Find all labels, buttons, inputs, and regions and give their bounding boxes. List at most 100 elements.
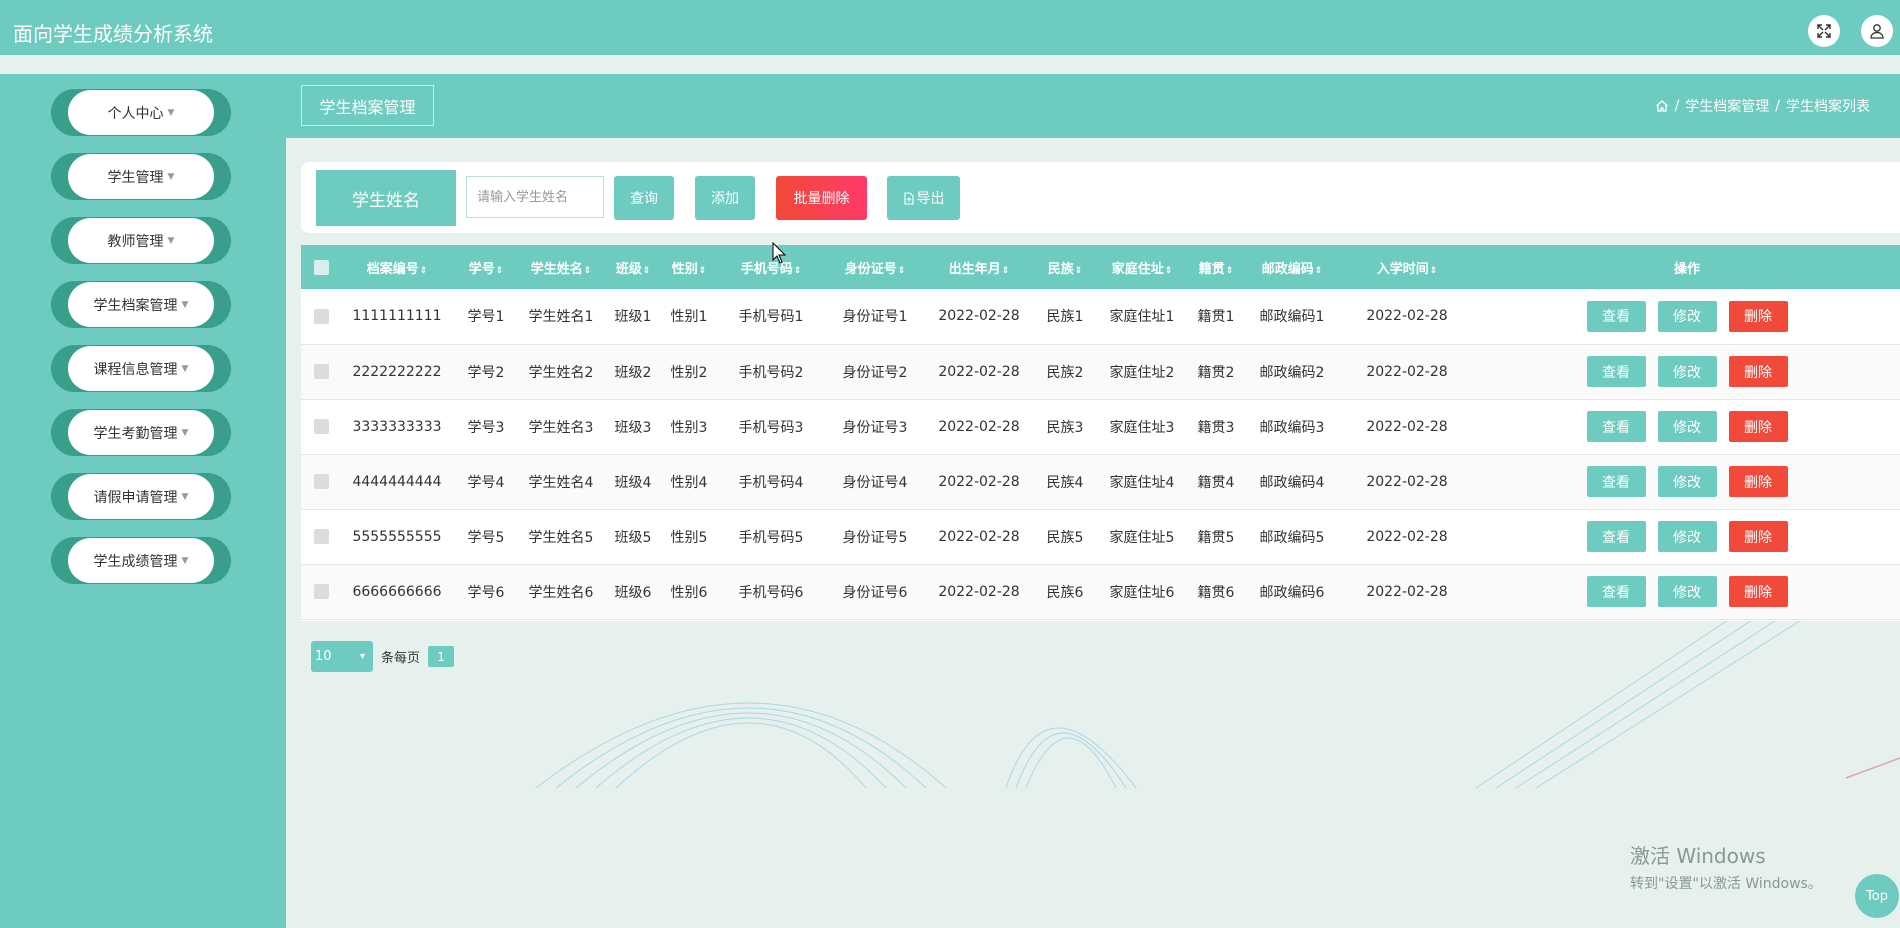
page-tab[interactable]: 学生档案管理 (301, 85, 434, 126)
view-button[interactable]: 查看 (1586, 300, 1646, 332)
delete-button[interactable]: 删除 (1728, 521, 1788, 552)
sidebar-item-label: 教师管理 (107, 233, 164, 250)
select-all-checkbox[interactable] (313, 259, 329, 275)
table-header-row: 档案编号⇕ 学号⇕ 学生姓名⇕ 班级⇕ 性别⇕ 手机号码⇕ 身份证号⇕ 出生年月… (301, 245, 1900, 289)
view-button[interactable]: 查看 (1586, 521, 1646, 552)
table-cell: 手机号码3 (738, 419, 804, 436)
view-button[interactable]: 查看 (1586, 466, 1646, 497)
breadcrumb-level1[interactable]: 学生档案管理 (1685, 96, 1769, 116)
edit-button[interactable]: 修改 (1657, 576, 1717, 607)
user-button[interactable] (1861, 15, 1893, 47)
sidebar-item-student-archive[interactable]: 学生档案管理 ▼ (51, 281, 231, 328)
breadcrumb-level2: 学生档案列表 (1786, 99, 1870, 115)
table-cell: 学生姓名2 (528, 364, 594, 381)
table-cell: 学号3 (467, 419, 505, 436)
table-cell: 家庭住址3 (1109, 419, 1175, 436)
student-name-search-input[interactable] (466, 176, 604, 218)
sort-icon: ⇕ (583, 265, 592, 276)
fullscreen-button[interactable] (1808, 15, 1840, 47)
page-size-select[interactable]: 10 ▾ (311, 641, 373, 672)
home-icon[interactable] (1655, 99, 1669, 113)
table-cell: 学号5 (467, 529, 505, 546)
row-checkbox[interactable] (313, 529, 329, 544)
column-header[interactable]: 邮政编码⇕ (1243, 245, 1341, 289)
column-header[interactable]: 档案编号⇕ (341, 245, 453, 289)
column-header[interactable]: 籍贯⇕ (1189, 245, 1243, 289)
sidebar-item-course-info[interactable]: 课程信息管理 ▼ (51, 345, 231, 392)
column-header[interactable]: 性别⇕ (663, 245, 715, 289)
table-cell: 班级4 (614, 474, 652, 491)
view-button[interactable]: 查看 (1586, 576, 1646, 607)
delete-button[interactable]: 删除 (1728, 300, 1788, 332)
edit-button[interactable]: 修改 (1657, 411, 1717, 442)
table-cell: 籍贯5 (1197, 529, 1235, 546)
table-cell: 邮政编码2 (1259, 364, 1325, 381)
column-header-actions: 操作 (1673, 261, 1700, 277)
back-to-top-button[interactable]: Top (1855, 874, 1899, 918)
sidebar-item-grades[interactable]: 学生成绩管理 ▼ (51, 537, 231, 584)
sidebar-item-student-management[interactable]: 学生管理 ▼ (51, 153, 231, 200)
row-checkbox[interactable] (313, 419, 329, 434)
edit-button[interactable]: 修改 (1657, 521, 1717, 552)
view-button[interactable]: 查看 (1586, 356, 1646, 387)
caret-down-icon: ▼ (181, 491, 189, 502)
table-cell: 籍贯1 (1197, 309, 1235, 326)
breadcrumb-separator: / (1775, 98, 1780, 114)
column-header[interactable]: 学号⇕ (453, 245, 519, 289)
column-header[interactable]: 入学时间⇕ (1341, 245, 1473, 289)
table-cell: 班级5 (614, 529, 652, 546)
column-header[interactable]: 学生姓名⇕ (519, 245, 603, 289)
sidebar: 个人中心 ▼ 学生管理 ▼ 教师管理 ▼ 学生档案管理 ▼ 课程信息管理 ▼ 学生考勤管理… (0, 74, 286, 928)
table-cell: 身份证号2 (842, 364, 908, 381)
sidebar-item-personal-center[interactable]: 个人中心 ▼ (51, 89, 231, 136)
sidebar-item-attendance[interactable]: 学生考勤管理 ▼ (51, 409, 231, 456)
column-header[interactable]: 班级⇕ (603, 245, 663, 289)
table-cell: 学生姓名1 (528, 309, 594, 326)
pagination: 10 ▾ 条每页 1 (311, 641, 455, 672)
table-cell: 班级2 (614, 364, 652, 381)
add-button[interactable]: 添加 (695, 176, 755, 220)
sidebar-item-label: 课程信息管理 (93, 361, 178, 378)
column-header[interactable]: 身份证号⇕ (827, 245, 923, 289)
student-archive-table: 档案编号⇕ 学号⇕ 学生姓名⇕ 班级⇕ 性别⇕ 手机号码⇕ 身份证号⇕ 出生年月… (301, 245, 1900, 621)
column-header[interactable]: 出生年月⇕ (923, 245, 1035, 289)
table-cell: 籍贯4 (1197, 474, 1235, 491)
table-cell: 手机号码4 (738, 474, 804, 491)
export-label: 导出 (916, 191, 945, 207)
sort-icon: ⇕ (897, 265, 906, 276)
row-checkbox[interactable] (313, 364, 329, 379)
column-header[interactable]: 家庭住址⇕ (1095, 245, 1189, 289)
edit-button[interactable]: 修改 (1657, 300, 1717, 332)
delete-button[interactable]: 删除 (1728, 576, 1788, 607)
top-bar: 面向学生成绩分析系统 (0, 0, 1900, 63)
view-button[interactable]: 查看 (1586, 411, 1646, 442)
top-bar-divider (0, 55, 1900, 63)
table-cell: 民族1 (1046, 309, 1084, 326)
delete-button[interactable]: 删除 (1728, 466, 1788, 497)
query-button[interactable]: 查询 (614, 176, 674, 220)
delete-button[interactable]: 删除 (1728, 356, 1788, 387)
table-cell: 手机号码5 (738, 529, 804, 546)
table-cell: 家庭住址4 (1109, 474, 1175, 491)
caret-down-icon: ▼ (181, 299, 189, 310)
page-size-value: 10 (315, 649, 332, 664)
row-actions: 查看 修改 删除 (1586, 521, 1788, 552)
table-cell: 手机号码6 (738, 584, 804, 601)
sidebar-item-teacher-management[interactable]: 教师管理 ▼ (51, 217, 231, 264)
row-actions: 查看 修改 删除 (1586, 356, 1788, 387)
delete-button[interactable]: 删除 (1728, 411, 1788, 442)
export-button[interactable]: 导出 (887, 176, 960, 220)
column-header[interactable]: 民族⇕ (1035, 245, 1095, 289)
table-cell: 身份证号1 (842, 309, 908, 326)
table-cell: 邮政编码6 (1259, 584, 1325, 601)
batch-delete-button[interactable]: 批量删除 (776, 176, 867, 220)
edit-button[interactable]: 修改 (1657, 356, 1717, 387)
row-checkbox[interactable] (313, 584, 329, 599)
table-cell: 家庭住址2 (1109, 364, 1175, 381)
sidebar-item-leave-request[interactable]: 请假申请管理 ▼ (51, 473, 231, 520)
page-number-current[interactable]: 1 (428, 646, 455, 667)
edit-button[interactable]: 修改 (1657, 466, 1717, 497)
row-checkbox[interactable] (313, 308, 329, 324)
row-checkbox[interactable] (313, 474, 329, 489)
column-header[interactable]: 手机号码⇕ (715, 245, 827, 289)
